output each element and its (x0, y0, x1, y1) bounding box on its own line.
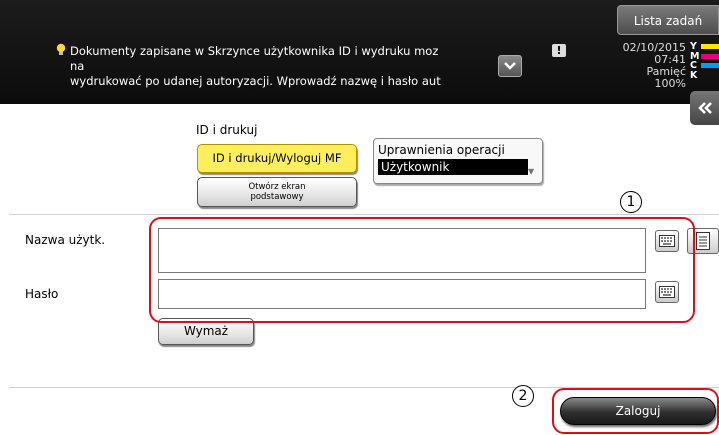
chevron-down-icon (504, 62, 516, 70)
side-panel-toggle[interactable] (690, 91, 719, 125)
double-chevron-left-icon (697, 102, 712, 114)
operation-permission-select[interactable]: Uprawnienia operacji Użytkownik ▼ (373, 138, 543, 184)
divider (9, 214, 719, 215)
permission-title: Uprawnienia operacji (378, 143, 505, 157)
auth-mode-label: ID i drukuj (196, 123, 258, 137)
job-list-button[interactable]: Lista zadań (617, 5, 719, 35)
toner-bar-y (701, 44, 719, 49)
message-line-1: Dokumenty zapisane w Skrzynce użytkownik… (70, 44, 439, 58)
notification-message: Dokumenty zapisane w Skrzynce użytkownik… (60, 44, 500, 89)
home-button-line-2: podstawowy (250, 192, 304, 202)
callout-highlight-2 (552, 388, 719, 434)
callout-highlight-1 (149, 217, 695, 323)
expand-message-button[interactable] (498, 55, 522, 77)
username-label: Nazwa użytk. (25, 233, 106, 247)
toner-letter: K (690, 69, 698, 81)
callout-number-2: 2 (512, 385, 534, 407)
callout-number-1: 1 (620, 191, 642, 213)
message-line-2: na (70, 59, 85, 73)
toner-row-k: K (690, 69, 719, 81)
open-home-screen-button[interactable]: Otwórz ekran podstawowy (197, 177, 357, 207)
toner-levels: Y M C K (690, 42, 719, 80)
toner-bar-k (701, 72, 719, 78)
memory-value: 100% (654, 77, 686, 90)
datetime-memory: 02/10/2015 07:41 Pamięć 100% (604, 42, 686, 90)
id-print-logout-button[interactable]: ID i drukuj/Wyloguj MF (197, 144, 357, 173)
dropdown-arrow-icon: ▼ (528, 167, 535, 176)
toner-bar-c (701, 63, 719, 68)
password-label: Hasło (25, 287, 59, 301)
list-icon (696, 232, 710, 250)
home-button-line-1: Otwórz ekran (248, 182, 306, 192)
message-line-3: wydrukować po udanej autoryzacji. Wprowa… (70, 74, 441, 88)
permission-value: Użytkownik (378, 159, 528, 175)
warning-icon[interactable]: ! (552, 44, 566, 57)
toner-bar-m (701, 53, 719, 59)
